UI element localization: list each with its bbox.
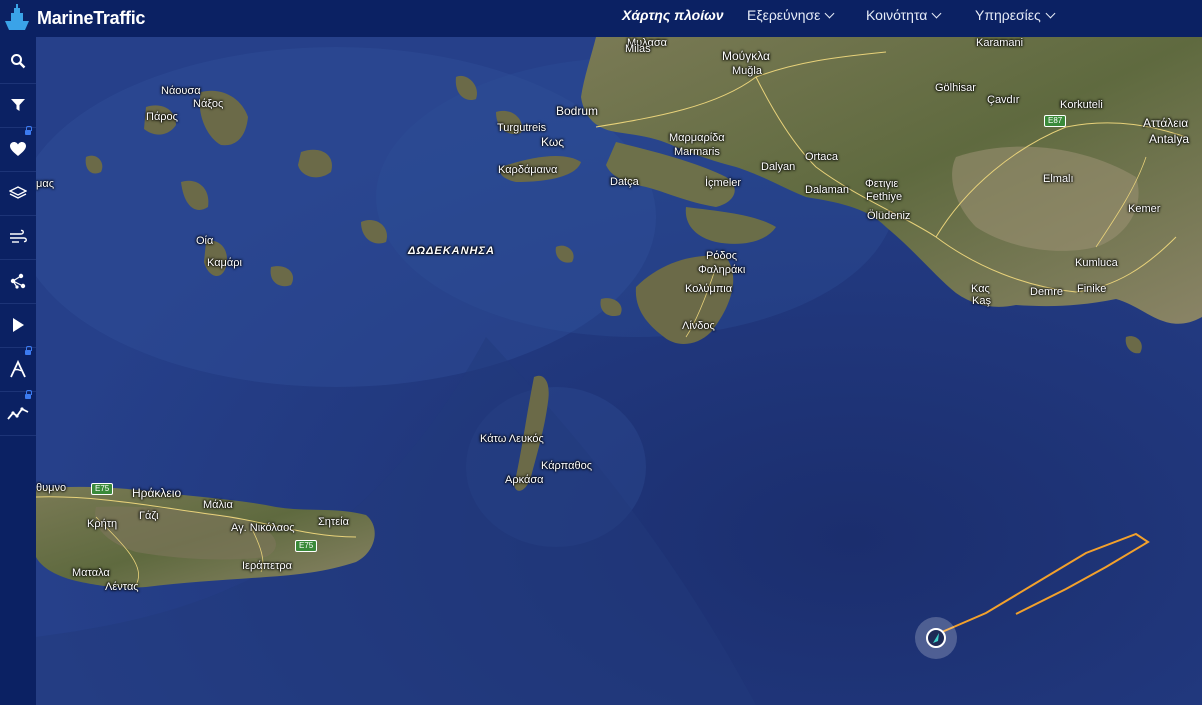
- density-button[interactable]: [0, 259, 36, 304]
- nav-community[interactable]: Κοινότητα: [866, 0, 942, 30]
- chevron-down-icon: [824, 8, 835, 18]
- map-label: Finike: [1077, 283, 1107, 295]
- map-label: Ηράκλειο: [132, 486, 182, 500]
- map-label: Φετιγιε: [865, 178, 899, 190]
- nav-label: Κοινότητα: [866, 7, 928, 23]
- map-label: Νάξος: [193, 98, 224, 110]
- map-label: Πάρος: [146, 111, 178, 123]
- map-label: Φαληράκι: [698, 264, 746, 276]
- chevron-down-icon: [1045, 8, 1056, 18]
- map-canvas[interactable]: Νάουσα Νάξος Πάρος μας Οία Καμάρι Μυλασα…: [36, 37, 1202, 705]
- brand-logo[interactable]: MarineTraffic: [0, 0, 145, 37]
- map-label: Αγ. Νικόλαος: [231, 522, 295, 534]
- map-label: Ölüdeniz: [867, 210, 911, 222]
- map-label: Turgutreis: [497, 122, 547, 134]
- map-label: Kemer: [1128, 203, 1161, 215]
- layers-button[interactable]: [0, 171, 36, 216]
- network-icon: [10, 273, 26, 289]
- map-label: Λέντας: [105, 581, 139, 593]
- map-label: Antalya: [1149, 132, 1190, 146]
- map-label: Σητεία: [318, 516, 349, 528]
- filter-button[interactable]: [0, 83, 36, 128]
- map-label: Κάτω Λευκός: [480, 433, 544, 445]
- map-label: Milas: [625, 43, 651, 55]
- map-label: Demre: [1030, 286, 1064, 298]
- map-label: Dalaman: [805, 184, 850, 196]
- heart-icon: [10, 142, 26, 156]
- ship-logo-icon: [5, 3, 29, 30]
- nav-label: Χάρτης πλοίων: [622, 7, 724, 23]
- map-label: Κρήτη: [87, 518, 118, 530]
- route-icon: [10, 360, 26, 378]
- map-label: Κας: [971, 283, 990, 295]
- lock-icon: [25, 390, 32, 399]
- map-label: Elmalı: [1043, 173, 1074, 185]
- map-label: Αρκάσα: [505, 474, 544, 486]
- left-toolbar: [0, 37, 36, 705]
- map-label: Μάλια: [203, 499, 233, 511]
- map-background: [36, 37, 1202, 705]
- map-label: Κολύμπια: [685, 283, 733, 295]
- map-label: Kaş: [972, 295, 991, 307]
- map-label: Çavdır: [987, 94, 1020, 106]
- map-label: Muğla: [732, 65, 762, 77]
- map-label: Marmaris: [674, 146, 720, 158]
- map-label: Ρόδος: [706, 250, 737, 262]
- play-icon: [13, 318, 24, 332]
- map-label: Καρδάμαινα: [498, 164, 558, 176]
- map-label: Μαρμαρίδα: [669, 132, 725, 144]
- map-label: İçmeler: [705, 177, 742, 189]
- nav-label: Εξερεύνησε: [747, 7, 821, 23]
- map-label: Οία: [196, 235, 214, 247]
- my-fleets-button[interactable]: [0, 126, 36, 172]
- map-label: Νάουσα: [161, 85, 201, 97]
- map-label: Fethiye: [866, 191, 903, 203]
- map-label: Ιεράπετρα: [242, 560, 293, 572]
- map-label: Ματαλα: [72, 567, 110, 579]
- map-label: Karamani: [976, 37, 1024, 49]
- nav-label: Υπηρεσίες: [975, 7, 1041, 23]
- routes-button[interactable]: [0, 346, 36, 392]
- road-badge: E75: [91, 483, 114, 495]
- map-label: Dalyan: [761, 161, 796, 173]
- filter-icon: [11, 99, 25, 111]
- lock-icon: [25, 126, 32, 135]
- map-label: Λίνδος: [682, 320, 715, 332]
- map-label: Ortaca: [805, 151, 839, 163]
- search-icon: [11, 54, 26, 69]
- nav-explore[interactable]: Εξερεύνησε: [747, 0, 835, 30]
- map-label: Γάζι: [139, 510, 159, 522]
- analytics-button[interactable]: [0, 390, 36, 436]
- map-label: Gölhisar: [935, 82, 976, 94]
- chevron-down-icon: [931, 8, 942, 18]
- nav-services[interactable]: Υπηρεσίες: [975, 0, 1056, 30]
- weather-button[interactable]: [0, 215, 36, 260]
- region-label: ΔΩΔΕΚΑΝΗΣΑ: [408, 245, 495, 257]
- lock-icon: [25, 346, 32, 355]
- brand-name: MarineTraffic: [37, 8, 146, 28]
- wind-icon: [10, 229, 27, 243]
- line-chart-icon: [7, 407, 29, 420]
- road-badge: E87: [1044, 115, 1067, 127]
- top-navigation-bar: MarineTraffic Χάρτης πλοίων Εξερεύνησε Κ…: [0, 0, 1202, 37]
- layers-icon: [9, 186, 27, 199]
- playback-button[interactable]: [0, 303, 36, 348]
- map-label: Bodrum: [556, 104, 599, 118]
- search-button[interactable]: [0, 39, 36, 84]
- nav-vessel-map[interactable]: Χάρτης πλοίων: [622, 0, 724, 30]
- map-label: Κάρπαθος: [541, 460, 592, 472]
- map-label: Κως: [541, 135, 565, 149]
- map-label: Datça: [610, 176, 639, 188]
- map-label: μας: [36, 178, 54, 190]
- road-badge: E75: [295, 540, 318, 552]
- map-label: Αττάλεια: [1143, 116, 1189, 130]
- map-label: Kumluca: [1075, 257, 1118, 269]
- map-label: Καμάρι: [207, 257, 242, 269]
- map-label: Korkuteli: [1060, 99, 1103, 111]
- map-label: Μούγκλα: [722, 49, 770, 63]
- map-label: θυμνο: [36, 482, 67, 494]
